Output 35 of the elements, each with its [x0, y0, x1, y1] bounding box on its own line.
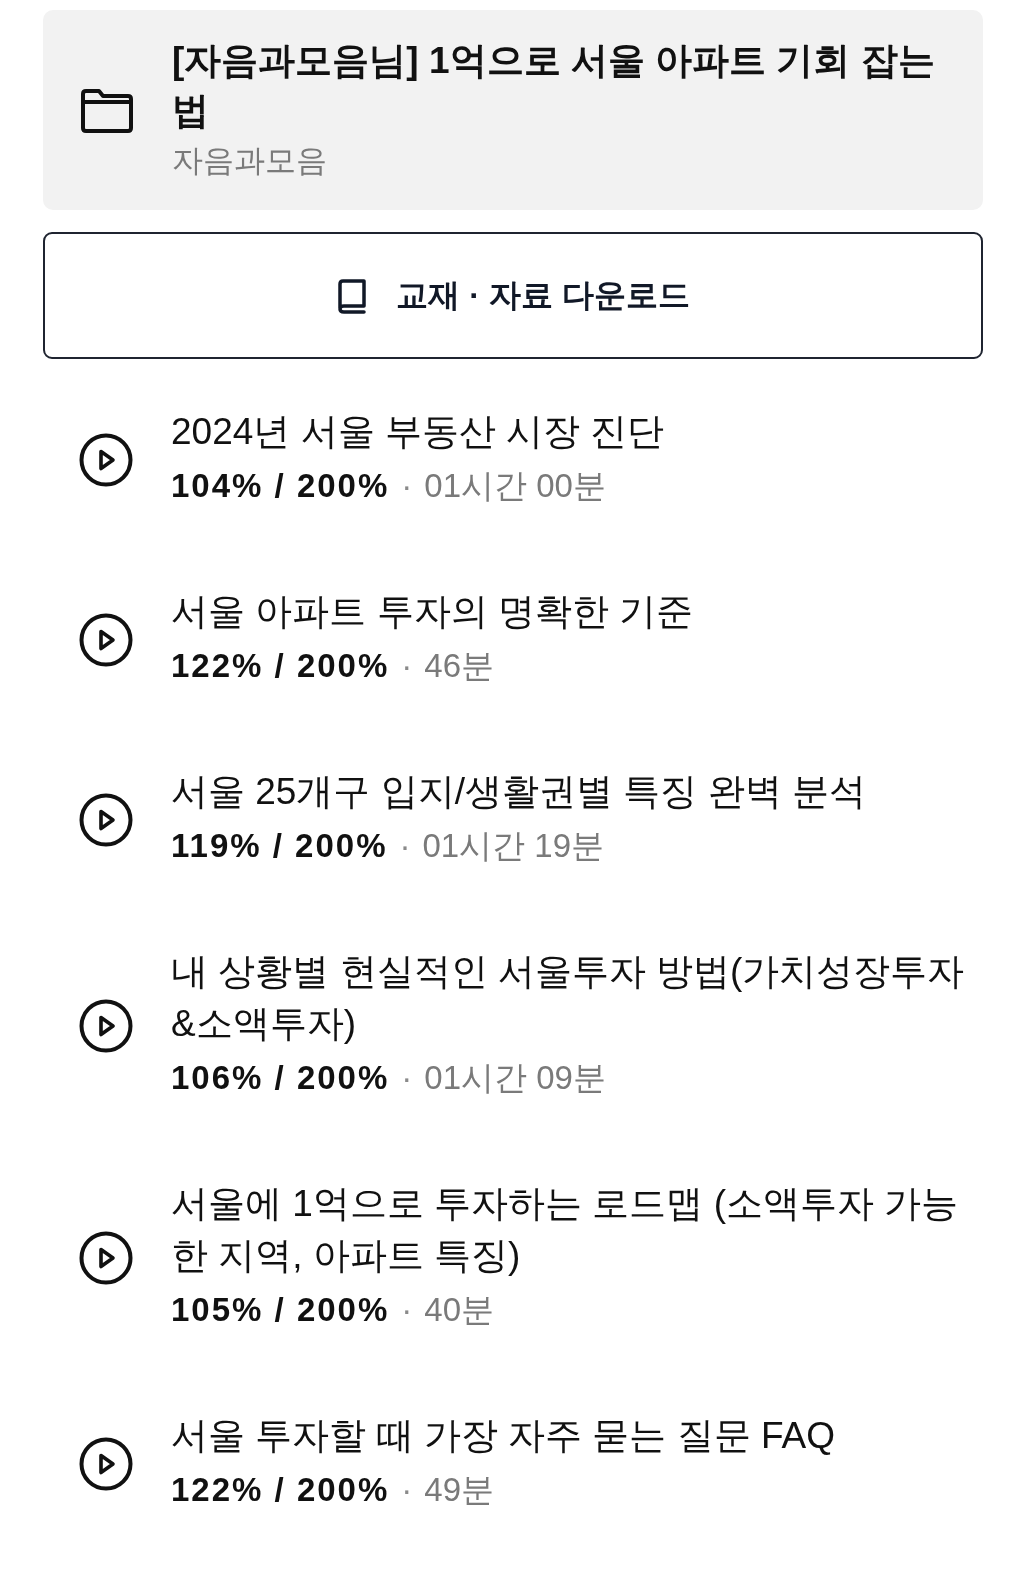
- lesson-title: 서울에 1억으로 투자하는 로드맵 (소액투자 가능한 지역, 아파트 특징): [171, 1182, 960, 1278]
- duration-text: 46분: [424, 646, 495, 686]
- lesson-title: 서울 투자할 때 가장 자주 묻는 질문 FAQ: [171, 1414, 836, 1458]
- progress-text: 122% / 200%: [171, 1470, 390, 1510]
- download-button[interactable]: 교재 · 자료 다운로드: [43, 232, 983, 359]
- duration-text: 49분: [424, 1470, 495, 1510]
- lesson-title: 서울 아파트 투자의 명확한 기준: [171, 590, 695, 634]
- progress-text: 105% / 200%: [171, 1290, 390, 1330]
- duration-text: 40분: [424, 1290, 495, 1330]
- progress-text: 106% / 200%: [171, 1058, 390, 1098]
- play-icon[interactable]: [79, 613, 133, 667]
- play-icon[interactable]: [79, 999, 133, 1053]
- duration-text: 01시간 09분: [424, 1058, 606, 1098]
- separator: ·: [401, 1058, 413, 1098]
- play-icon[interactable]: [79, 793, 133, 847]
- separator: ·: [399, 826, 411, 866]
- lesson-title: 서울 25개구 입지/생활권별 특징 완벽 분석: [171, 770, 867, 814]
- duration-text: 01시간 00분: [424, 466, 606, 506]
- book-icon: [336, 277, 369, 314]
- progress-text: 104% / 200%: [171, 466, 390, 506]
- separator: ·: [401, 466, 413, 506]
- play-icon[interactable]: [79, 433, 133, 487]
- course-title: [자음과모음님] 1억으로 서울 아파트 기회 잡는 법: [172, 39, 936, 133]
- separator: ·: [401, 1470, 413, 1510]
- course-author: 자음과모음: [172, 142, 328, 180]
- play-icon[interactable]: [79, 1231, 133, 1285]
- lesson-title: 2024년 서울 부동산 시장 진단: [171, 410, 666, 454]
- progress-text: 119% / 200%: [171, 826, 388, 866]
- folder-icon: [80, 88, 134, 134]
- lesson-title: 내 상황별 현실적인 서울투자 방법(가치성장투자&소액투자): [171, 950, 966, 1046]
- duration-text: 01시간 19분: [422, 826, 605, 866]
- separator: ·: [401, 646, 413, 686]
- separator: ·: [401, 1290, 413, 1330]
- play-icon[interactable]: [79, 1437, 133, 1491]
- progress-text: 122% / 200%: [171, 646, 390, 686]
